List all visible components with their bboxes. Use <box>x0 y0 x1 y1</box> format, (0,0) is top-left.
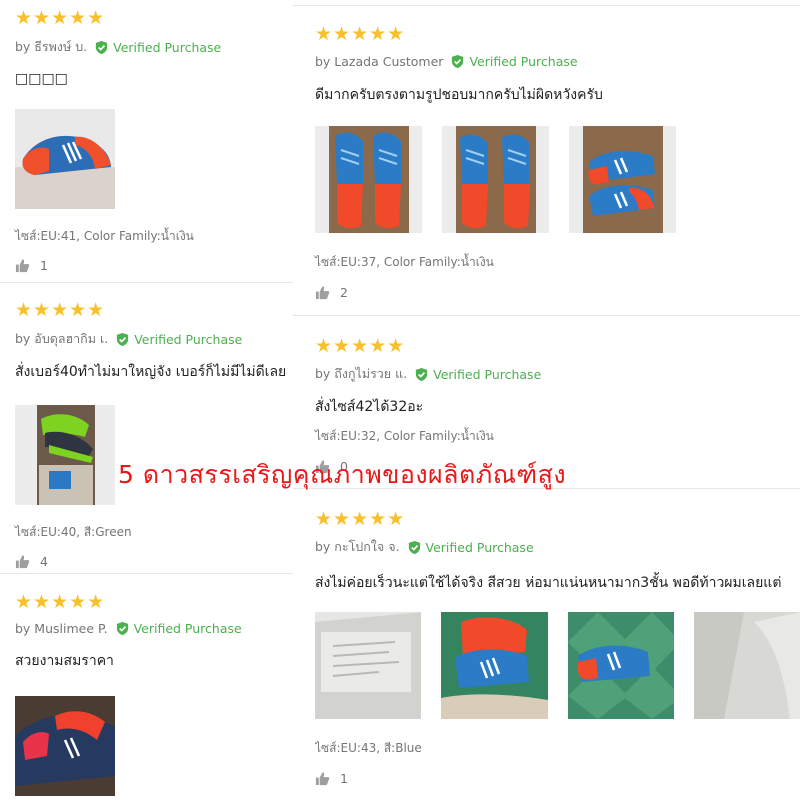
review-text: ส่งไม่ค่อยเร็วนะแต่ใช้ได้จริง สีสวย ห่อม… <box>315 575 782 591</box>
like-count: 2 <box>340 285 348 300</box>
review-photo[interactable] <box>315 126 422 233</box>
verified-shield-icon <box>116 621 128 636</box>
package-photo-image <box>315 612 422 719</box>
review-author: by ธีรพงษ์ บ. <box>15 39 88 54</box>
review-author: by กะโปกใจ จ. <box>315 539 400 554</box>
review-text: □□□□ <box>15 71 68 87</box>
sku-info: ไซส์:EU:40, สี:Green <box>15 525 132 539</box>
thumbs-up-icon <box>15 555 30 569</box>
thumbs-up-icon <box>15 259 30 273</box>
shoe-photo-image <box>15 109 115 209</box>
star-rating: ★★★★★ <box>15 591 106 613</box>
shoe-photo-image <box>569 126 676 233</box>
like-button[interactable]: 1 <box>315 771 800 786</box>
review-author: by อับดุลฮากิม เ. <box>15 331 109 346</box>
thumbs-up-icon <box>315 772 330 786</box>
review-card: ★★★★★ by อับดุลฮากิม เ. Verified Purchas… <box>15 300 290 569</box>
review-photo[interactable] <box>15 405 115 505</box>
review-card: ★★★★★ by ธีรพงษ์ บ. Verified Purchase □□… <box>15 8 285 273</box>
review-photo[interactable] <box>567 612 674 719</box>
shoe-photo-image <box>442 126 549 233</box>
divider <box>0 573 293 574</box>
review-card: ★★★★★ by กะโปกใจ จ. Verified Purchase ส่… <box>315 509 800 786</box>
shoe-photo-image <box>441 612 548 719</box>
review-photo[interactable] <box>15 696 115 796</box>
package-photo-image <box>693 612 800 719</box>
review-author: by Muslimee P. <box>15 621 108 636</box>
star-rating: ★★★★★ <box>315 509 406 530</box>
sku-info: ไซส์:EU:32, Color Family:น้ำเงิน <box>315 429 494 443</box>
verified-purchase-label: Verified Purchase <box>433 366 542 382</box>
star-rating: ★★★★★ <box>315 23 406 45</box>
sku-info: ไซส์:EU:37, Color Family:น้ำเงิน <box>315 255 494 269</box>
shoe-photo-image <box>15 696 115 796</box>
verified-shield-icon <box>452 54 464 69</box>
star-rating: ★★★★★ <box>15 7 106 29</box>
divider <box>293 315 800 316</box>
review-photo[interactable] <box>693 612 800 719</box>
sku-info: ไซส์:EU:43, สี:Blue <box>315 741 422 755</box>
verified-shield-icon <box>408 540 420 554</box>
like-count: 1 <box>40 258 48 273</box>
star-rating: ★★★★★ <box>15 299 106 321</box>
thumbs-up-icon <box>315 286 330 300</box>
verified-shield-icon <box>416 367 428 381</box>
review-author: by ถึงกูไม่รวย แ. <box>315 366 408 381</box>
divider <box>0 282 293 283</box>
review-text: ดีมากครับตรงตามรูปชอบมากครับไม่ผิดหวังคร… <box>315 87 603 103</box>
shoe-photo-image <box>567 612 674 719</box>
shoe-photo-image <box>15 405 115 505</box>
verified-purchase-label: Verified Purchase <box>113 39 222 55</box>
review-text: สั่งเบอร์40ทำไม่มาใหญ่จัง เบอร์ก็ไม่มีไม… <box>15 364 287 380</box>
review-photo[interactable] <box>569 126 676 233</box>
review-text: สั่งไซส์42ได้32อะ <box>315 399 424 415</box>
verified-purchase-label: Verified Purchase <box>425 539 534 555</box>
review-text: สวยงามสมราคา <box>15 653 114 669</box>
review-card: ★★★★★ by Muslimee P. Verified Purchase ส… <box>15 592 285 796</box>
like-count: 1 <box>340 771 348 786</box>
review-author: by Lazada Customer <box>315 54 444 69</box>
promo-overlay-caption: 5 ดาวสรรเสริญคุณภาพของผลิตภัณฑ์สูง <box>118 460 567 489</box>
like-button[interactable]: 2 <box>315 285 800 300</box>
sku-info: ไซส์:EU:41, Color Family:น้ำเงิน <box>15 229 194 243</box>
shoe-photo-image <box>315 126 422 233</box>
review-photo[interactable] <box>315 612 422 719</box>
like-button[interactable]: 4 <box>15 554 290 569</box>
verified-purchase-label: Verified Purchase <box>133 621 242 636</box>
verified-purchase-label: Verified Purchase <box>134 331 243 347</box>
review-photo[interactable] <box>15 109 115 209</box>
verified-purchase-label: Verified Purchase <box>469 54 578 69</box>
divider <box>293 5 800 6</box>
review-card: ★★★★★ by Lazada Customer Verified Purcha… <box>315 24 800 300</box>
like-button[interactable]: 1 <box>15 258 285 273</box>
verified-shield-icon <box>96 40 108 54</box>
star-rating: ★★★★★ <box>315 335 406 357</box>
like-count: 4 <box>40 554 48 569</box>
verified-shield-icon <box>117 332 129 346</box>
review-photo[interactable] <box>442 126 549 233</box>
review-photo[interactable] <box>441 612 548 719</box>
review-card: ★★★★★ by ถึงกูไม่รวย แ. Verified Purchas… <box>315 336 800 474</box>
